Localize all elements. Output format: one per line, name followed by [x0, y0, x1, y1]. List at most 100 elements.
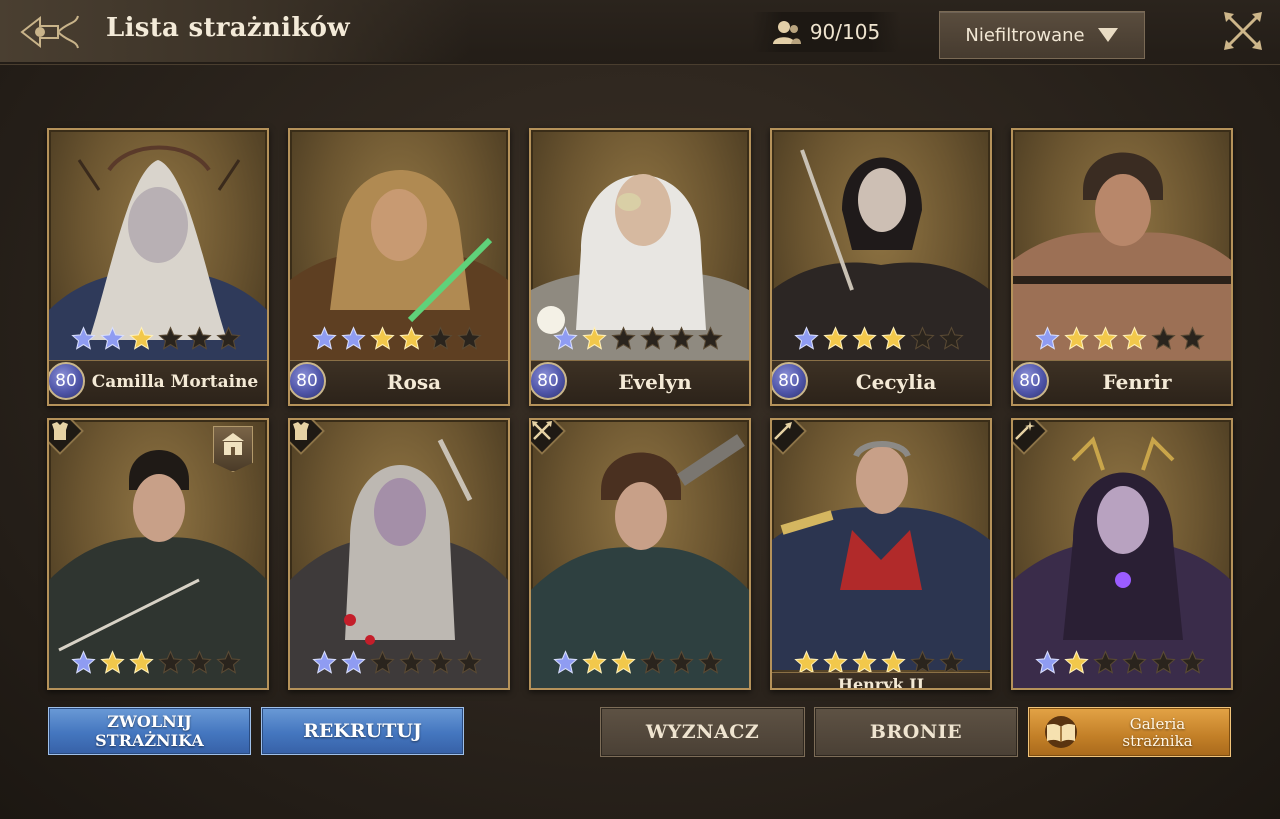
star-rating — [553, 650, 723, 675]
star-gold-icon — [1064, 326, 1089, 350]
level-badge: 80 — [290, 362, 326, 400]
close-icon[interactable] — [1220, 8, 1266, 54]
star-gold-icon — [823, 326, 848, 350]
star-empty-icon — [1093, 650, 1118, 674]
star-empty-icon — [187, 650, 212, 674]
star-empty-icon — [669, 326, 694, 350]
star-empty-icon — [457, 650, 482, 674]
armor-icon — [52, 422, 68, 440]
guardian-name: Camilla Mortaine — [91, 372, 259, 392]
guardian-gallery-button[interactable]: Galeria strażnika — [1028, 707, 1231, 757]
spear-icon — [774, 422, 792, 440]
star-empty-icon — [910, 326, 935, 350]
star-empty-icon — [158, 650, 183, 674]
star-empty-icon — [399, 650, 424, 674]
star-gold-icon — [100, 650, 125, 674]
level-badge: 80 — [772, 362, 808, 400]
star-blue-icon — [71, 326, 96, 350]
star-empty-icon — [428, 650, 453, 674]
star-empty-icon — [1151, 326, 1176, 350]
star-blue-icon — [312, 326, 337, 350]
star-rating — [71, 650, 241, 675]
dismiss-label-line2: STRAŻNIKA — [95, 731, 204, 750]
guardian-card[interactable] — [288, 418, 510, 690]
star-gold-icon — [1093, 326, 1118, 350]
star-empty-icon — [370, 650, 395, 674]
star-empty-icon — [1122, 650, 1147, 674]
star-blue-icon — [794, 326, 819, 350]
star-gold-icon — [852, 326, 877, 350]
guardian-counter: 90/105 — [752, 12, 900, 52]
star-rating — [553, 326, 723, 351]
triangle-down-icon — [1097, 28, 1118, 42]
guardian-card[interactable]: Rosa 80 — [288, 128, 510, 406]
star-blue-icon — [341, 326, 366, 350]
weapons-label: BRONIE — [869, 721, 963, 743]
guardian-card[interactable]: Henryk II — [770, 418, 992, 690]
star-empty-icon — [216, 326, 241, 350]
star-blue-icon — [553, 326, 578, 350]
building-icon — [222, 433, 244, 455]
recruit-label: REKRUTUJ — [303, 719, 422, 742]
guardian-name: Cecylia — [855, 370, 937, 394]
star-gold-icon — [582, 326, 607, 350]
star-gold-icon — [370, 326, 395, 350]
weapons-button[interactable]: BRONIE — [814, 707, 1018, 757]
star-rating — [312, 650, 482, 675]
dismiss-guardian-button[interactable]: ZWOLNIJ STRAŻNIKA — [48, 707, 251, 755]
filter-label: Niefiltrowane — [965, 24, 1085, 46]
guardian-card[interactable]: Cecylia 80 — [770, 128, 992, 406]
guardian-name: Rosa — [386, 370, 442, 394]
star-empty-icon — [640, 650, 665, 674]
back-ornament-icon[interactable] — [18, 10, 82, 54]
star-blue-icon — [1035, 650, 1060, 674]
star-empty-icon — [1180, 650, 1205, 674]
guardian-name: Henryk II — [837, 675, 925, 690]
guardian-name: Evelyn — [618, 370, 692, 394]
level-badge: 80 — [49, 362, 85, 400]
star-blue-icon — [341, 650, 366, 674]
assign-button[interactable]: WYZNACZ — [600, 707, 805, 757]
guardian-card[interactable] — [529, 418, 751, 690]
guardian-grid: Camilla Mortaine 80 Rosa 80 Evelyn 80 Ce… — [47, 128, 1233, 690]
guardian-name: Fenrir — [1102, 370, 1172, 394]
guardian-card[interactable]: Camilla Mortaine 80 — [47, 128, 269, 406]
armor-icon — [293, 422, 309, 440]
crossed-spears-icon — [532, 421, 552, 440]
assign-label: WYZNACZ — [645, 721, 760, 743]
book-icon — [1045, 716, 1077, 748]
star-gold-icon — [129, 326, 154, 350]
star-gold-icon — [1064, 650, 1089, 674]
star-rating — [1035, 650, 1205, 675]
star-gold-icon — [129, 650, 154, 674]
star-gold-icon — [611, 650, 636, 674]
star-rating — [794, 326, 964, 351]
star-blue-icon — [312, 650, 337, 674]
guardian-portrait — [772, 441, 990, 670]
guardian-card[interactable] — [47, 418, 269, 690]
star-empty-icon — [698, 326, 723, 350]
star-empty-icon — [187, 326, 212, 350]
guardian-count: 90/105 — [809, 20, 881, 44]
star-blue-icon — [1035, 326, 1060, 350]
star-gold-icon — [399, 326, 424, 350]
guardian-card[interactable]: Evelyn 80 — [529, 128, 751, 406]
filter-dropdown[interactable]: Niefiltrowane — [939, 11, 1145, 59]
recruit-button[interactable]: REKRUTUJ — [261, 707, 464, 755]
star-gold-icon — [881, 326, 906, 350]
guardian-card[interactable] — [1011, 418, 1233, 690]
people-icon — [772, 21, 801, 44]
star-empty-icon — [640, 326, 665, 350]
gallery-label-line1: Galeria — [1129, 715, 1186, 733]
star-gold-icon — [582, 650, 607, 674]
star-empty-icon — [1180, 326, 1205, 350]
top-bar: Lista strażników 90/105 Niefiltrowane — [0, 0, 1280, 65]
star-rating — [71, 326, 241, 351]
star-empty-icon — [611, 326, 636, 350]
star-blue-icon — [553, 650, 578, 674]
level-badge: 80 — [1013, 362, 1049, 400]
star-empty-icon — [939, 326, 964, 350]
building-badge — [213, 426, 253, 472]
level-badge: 80 — [531, 362, 567, 400]
guardian-card[interactable]: Fenrir 80 — [1011, 128, 1233, 406]
